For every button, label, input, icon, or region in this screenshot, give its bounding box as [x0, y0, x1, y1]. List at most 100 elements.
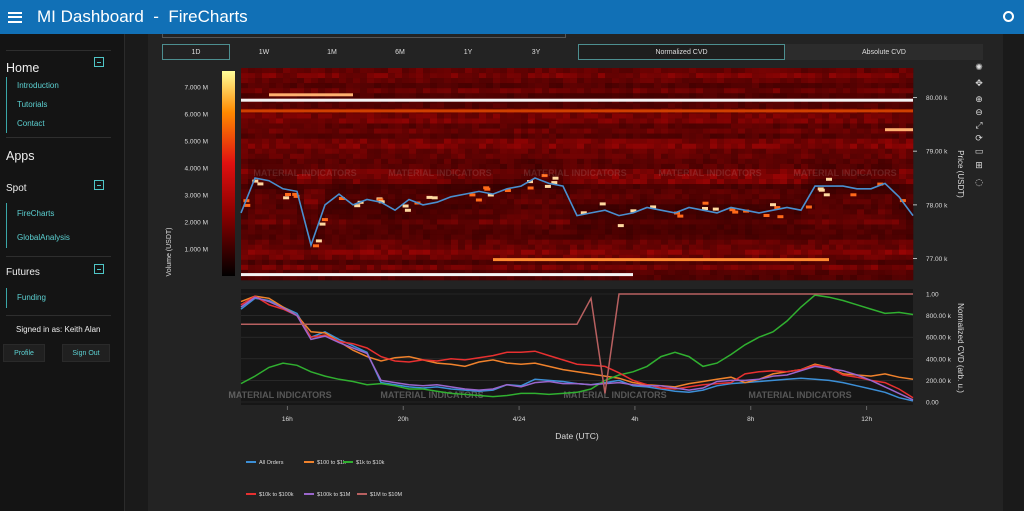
- x-axis-label: Date (UTC): [555, 431, 599, 441]
- download-icon[interactable]: ▭: [972, 146, 986, 158]
- heatmap-cell: [549, 249, 557, 256]
- heatmap-cell: [374, 163, 382, 170]
- heatmap-cell: [878, 269, 886, 276]
- heatmap-cell: [465, 133, 473, 139]
- heatmap-cell: [500, 179, 508, 185]
- heatmap-cell: [794, 73, 802, 79]
- heatmap-cell: [388, 88, 396, 94]
- heatmap-cell: [269, 219, 277, 225]
- heatmap-cell: [703, 153, 711, 160]
- heatmap-cell: [584, 179, 592, 185]
- heatmap-cell: [297, 88, 305, 94]
- autoscale-icon[interactable]: ⤢: [972, 120, 986, 132]
- heatmap-cell: [675, 118, 683, 124]
- heatmap-cell: [899, 184, 907, 190]
- heatmap-cell: [304, 148, 312, 155]
- heatmap-cell: [549, 93, 557, 99]
- heatmap-cell: [899, 68, 907, 74]
- heatmap-cell: [689, 189, 697, 195]
- heatmap-cell: [388, 244, 396, 251]
- zoom-in-icon[interactable]: ⊕: [972, 94, 986, 106]
- heatmap-cell: [577, 78, 585, 84]
- heatmap-cell: [710, 179, 718, 185]
- heatmap-cell: [626, 199, 634, 205]
- heatmap-cell: [759, 184, 767, 190]
- heatmap-cell: [808, 93, 816, 99]
- heatmap-cell: [388, 133, 396, 139]
- heatmap-cell: [717, 179, 725, 185]
- reset-axes-icon[interactable]: ⟳: [972, 133, 986, 145]
- heatmap-cell: [675, 158, 683, 165]
- heatmap-cell: [521, 118, 529, 124]
- heatmap-cell: [906, 163, 914, 170]
- heatmap-cell: [486, 249, 494, 256]
- zoom-out-icon[interactable]: ⊖: [972, 107, 986, 119]
- heatmap-cell: [878, 138, 886, 145]
- heatmap-cell: [444, 184, 452, 190]
- heatmap-cell: [521, 264, 529, 271]
- heatmap-cell: [325, 224, 333, 230]
- heatmap-cell: [612, 113, 620, 119]
- heatmap-cell: [794, 274, 802, 281]
- heatmap-cell: [570, 194, 578, 200]
- heatmap-cell: [745, 118, 753, 124]
- heatmap-cell: [269, 209, 277, 215]
- heatmap-cell: [318, 194, 326, 200]
- spike-lines-icon[interactable]: ⊞: [972, 160, 986, 172]
- heatmap-cell: [878, 113, 886, 119]
- heatmap-cell: [458, 239, 466, 245]
- heatmap-cell: [521, 113, 529, 119]
- heatmap-cell: [633, 199, 641, 205]
- heatmap-cell: [836, 199, 844, 205]
- heatmap-cell: [458, 118, 466, 124]
- heatmap-cell: [591, 224, 599, 230]
- heatmap-cell: [829, 113, 837, 119]
- heatmap-cell: [304, 103, 312, 109]
- heatmap-cell: [318, 123, 326, 129]
- heatmap-cell: [773, 113, 781, 119]
- plotly-logo-icon[interactable]: ✺: [972, 62, 986, 74]
- heatmap-cell: [528, 189, 536, 195]
- heatmap-cell: [276, 209, 284, 215]
- heatmap-cell: [535, 209, 543, 215]
- heatmap-cell: [892, 118, 900, 124]
- heatmap-cell: [283, 229, 291, 235]
- heatmap-cell: [332, 254, 340, 261]
- heatmap-cell: [563, 239, 571, 245]
- pan-icon[interactable]: ✥: [972, 78, 986, 90]
- heatmap-cell: [598, 83, 606, 89]
- heatmap-cell: [703, 239, 711, 245]
- heatmap-cell: [738, 184, 746, 190]
- heatmap-cell: [269, 259, 277, 266]
- heatmap-cell: [388, 189, 396, 195]
- heatmap-cell: [815, 128, 823, 134]
- heatmap-cell: [500, 123, 508, 129]
- heatmap-cell: [388, 113, 396, 119]
- heatmap-cell: [528, 123, 536, 129]
- heatmap-cell: [696, 143, 704, 150]
- heatmap-cell: [500, 83, 508, 89]
- heatmap-cell: [542, 78, 550, 84]
- heatmap-cell: [493, 68, 501, 74]
- heatmap-cell: [514, 123, 522, 129]
- heatmap-cell: [745, 78, 753, 84]
- heatmap-cell: [815, 103, 823, 109]
- heatmap-cell: [794, 219, 802, 225]
- heatmap-cell: [255, 264, 263, 271]
- heatmap-cell: [780, 133, 788, 139]
- heatmap-cell: [745, 73, 753, 79]
- heatmap-cell: [850, 239, 858, 245]
- heatmap-cell: [892, 158, 900, 165]
- heatmap-cell: [892, 219, 900, 225]
- heatmap-cell: [766, 158, 774, 165]
- heatmap-cell: [633, 224, 641, 230]
- heatmap-cell: [612, 123, 620, 129]
- heatmap-cell: [878, 239, 886, 245]
- heatmap-cell: [871, 219, 879, 225]
- hover-compare-icon[interactable]: ◌: [972, 177, 986, 189]
- heatmap-cell: [556, 133, 564, 139]
- heatmap-cell: [836, 214, 844, 220]
- heatmap-cell: [507, 73, 515, 79]
- heatmap-cell: [773, 93, 781, 99]
- heatmap-cell: [409, 113, 417, 119]
